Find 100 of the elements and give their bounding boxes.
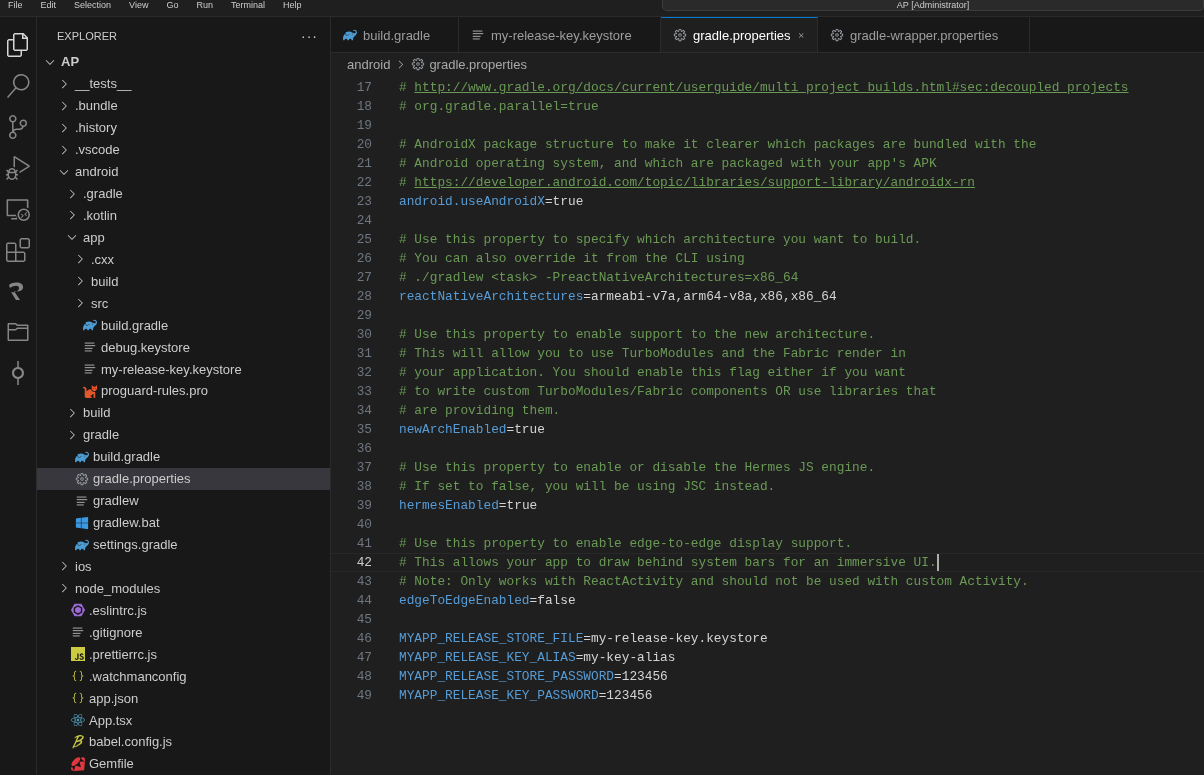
tree-file[interactable]: .eslintrc.js	[37, 599, 330, 622]
line-number: 49	[355, 688, 372, 703]
line-number: 31	[355, 346, 372, 361]
breadcrumb-item[interactable]: gradle.properties	[429, 56, 527, 72]
code-line: # If set to false, you will be using JSC instead.	[399, 479, 776, 494]
code-line: # https://developer.android.com/topic/libraries/support-library/androidx-rn	[399, 175, 975, 190]
line-number: 18	[355, 99, 372, 114]
code-line: # AndroidX package structure to make it clearer which packages are bundled with the	[399, 137, 1037, 152]
editor-tab[interactable]: gradle.properties	[661, 17, 818, 52]
tree-file[interactable]: App.tsx	[37, 709, 330, 731]
tree-file[interactable]: gradle.properties	[37, 467, 330, 490]
menu-item[interactable]: Go	[166, 0, 179, 10]
menu-item[interactable]: View	[129, 0, 149, 10]
atom-icon	[71, 713, 85, 728]
tree-file[interactable]: app.json	[37, 687, 330, 710]
tree-file[interactable]: .gitignore	[37, 621, 330, 644]
line-number: 22	[355, 175, 372, 190]
code-line: MYAPP_RELEASE_KEY_ALIAS=my-key-alias	[399, 650, 676, 665]
folder-item[interactable]: __tests__	[37, 72, 330, 95]
gear-icon	[411, 57, 426, 71]
line-number: 34	[355, 403, 372, 418]
tree-file[interactable]: my-release-key.keystore	[37, 358, 330, 380]
line-number: 19	[355, 118, 372, 133]
tree-file[interactable]: babel.config.js	[37, 731, 330, 753]
line-number: 20	[355, 137, 372, 152]
menu-item[interactable]: Selection	[74, 0, 112, 10]
folder-item[interactable]: .history	[37, 116, 330, 139]
line-number: 32	[355, 365, 372, 380]
menu-item[interactable]: Run	[196, 0, 213, 10]
line-number: 30	[355, 327, 372, 342]
folder-item[interactable]: .gradle	[37, 182, 330, 205]
folder-item[interactable]: gradle	[37, 423, 330, 446]
menu-item[interactable]: Help	[282, 0, 302, 10]
tree-file[interactable]: gradlew	[37, 489, 330, 512]
line-number: 45	[355, 612, 372, 627]
javascript-icon	[71, 647, 85, 662]
folder-item[interactable]: src	[37, 292, 330, 315]
gear-icon	[673, 28, 687, 42]
command-center[interactable]: AP [Administrator]	[662, 0, 1204, 11]
elephant-icon	[75, 449, 89, 464]
elephant-icon	[83, 318, 97, 333]
code-line: hermesEnabled=true	[399, 498, 538, 513]
code-line: # You can also override it from the CLI using	[399, 251, 745, 266]
line-number: 17	[355, 80, 372, 95]
folder-item[interactable]: build	[37, 401, 330, 424]
more-actions-button[interactable]: ···	[301, 27, 318, 44]
folder-item[interactable]: .kotlin	[37, 204, 330, 227]
code-line: # are providing them.	[399, 403, 561, 418]
line-number: 25	[355, 232, 372, 247]
line-number: 38	[355, 479, 372, 494]
tree-file[interactable]: Gemfile	[37, 752, 330, 775]
braces-icon	[71, 691, 85, 706]
line-number: 37	[355, 460, 372, 475]
text-cursor	[936, 554, 939, 571]
tree-file[interactable]: .prettierrc.js	[37, 643, 330, 666]
folder-item[interactable]: node_modules	[37, 577, 330, 600]
code-line: # Use this property to enable support to the new architecture.	[399, 327, 876, 342]
code-line: # ./gradlew <task> -PreactNativeArchitectures=x86_64	[399, 270, 799, 285]
folder-icon[interactable]	[6, 320, 30, 344]
tree-file[interactable]: .watchmanconfig	[37, 665, 330, 688]
folder-item[interactable]: build	[37, 270, 330, 293]
breadcrumb-item[interactable]: android	[347, 56, 391, 72]
menu-item[interactable]: Edit	[40, 0, 57, 10]
code-line: edgeToEdgeEnabled=false	[399, 593, 576, 608]
tree-file[interactable]: settings.gradle	[37, 533, 330, 556]
line-number: 33	[355, 384, 372, 399]
source-control-icon[interactable]	[6, 115, 30, 139]
folder-item[interactable]: .vscode	[37, 138, 330, 161]
tree-file[interactable]: build.gradle	[37, 314, 330, 337]
code-line: # Note: Only works with ReactActivity and should not be used with custom Activity.	[399, 574, 1029, 589]
search-icon[interactable]	[6, 74, 30, 98]
tree-file[interactable]: proguard-rules.pro	[37, 380, 330, 402]
extensions-icon[interactable]	[6, 238, 30, 262]
folder-item[interactable]: ios	[37, 555, 330, 578]
braces-icon	[71, 669, 85, 684]
line-number: 27	[355, 270, 372, 285]
code-line: # Use this property to enable or disable the Hermes JS engine.	[399, 460, 876, 475]
menu-item[interactable]: Terminal	[230, 0, 265, 10]
code-line: # This allows your app to draw behind system bars for an immersive UI.	[399, 555, 937, 570]
explorer-icon[interactable]	[6, 33, 30, 57]
tree-file[interactable]: gradlew.bat	[37, 511, 330, 534]
tree-file[interactable]: debug.keystore	[37, 336, 330, 359]
line-number: 42	[355, 555, 372, 570]
line-number: 26	[355, 251, 372, 266]
folder-item[interactable]: .cxx	[37, 248, 330, 271]
line-number: 40	[355, 517, 372, 532]
code-line: MYAPP_RELEASE_KEY_PASSWORD=123456	[399, 688, 653, 703]
run-debug-icon[interactable]	[6, 156, 30, 180]
folder-item[interactable]: AP	[37, 50, 330, 73]
line-number: 43	[355, 574, 372, 589]
folder-item[interactable]: android	[37, 160, 330, 183]
line-number: 41	[355, 536, 372, 551]
line-number: 21	[355, 156, 372, 171]
folder-item[interactable]: .bundle	[37, 94, 330, 117]
remote-explorer-icon[interactable]	[6, 197, 30, 221]
gem-icon	[71, 756, 85, 771]
folder-item[interactable]: app	[37, 226, 330, 249]
line-number: 23	[355, 194, 372, 209]
menu-item[interactable]: File	[8, 0, 23, 10]
tree-file[interactable]: build.gradle	[37, 445, 330, 468]
